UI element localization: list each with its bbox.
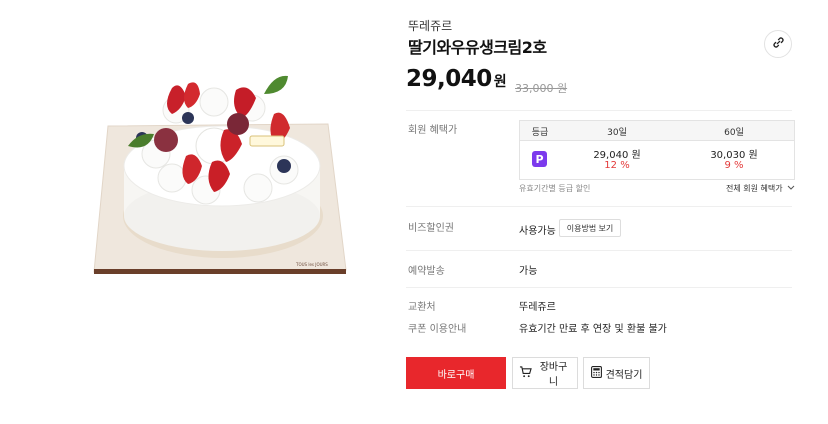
price-60day: 30,030 원	[710, 150, 758, 161]
discount-30day: 12 %	[604, 160, 630, 171]
grade-p-badge: P	[532, 151, 547, 167]
grade-discount-note: 유효기간별 등급 할인	[519, 184, 591, 193]
brand-name: 뚜레쥬르	[408, 19, 453, 33]
table-row: P 29,040 원 12 % 30,030 원 9 %	[520, 141, 794, 179]
header-60day: 60일	[724, 128, 744, 138]
cake-board-text: TOUS les JOURS	[295, 262, 328, 267]
header-grade: 등급	[531, 128, 549, 138]
quote-label: 견적담기	[605, 369, 643, 381]
divider	[406, 110, 792, 111]
exchange-value: 뚜레쥬르	[519, 302, 556, 313]
divider	[406, 287, 792, 288]
cart-button[interactable]: 장바구니	[512, 357, 578, 389]
original-price: 33,000 원	[515, 82, 568, 95]
member-benefit-table: 등급 30일 60일 P 29,040 원 12 % 30,030 원 9 %	[519, 120, 795, 180]
table-header: 등급 30일 60일	[520, 121, 794, 141]
biz-discount-value: 사용가능	[519, 226, 556, 237]
coupon-guide-value: 유효기간 만료 후 연장 및 환불 불가	[519, 324, 667, 335]
product-image: TOUS les JOURS	[88, 66, 353, 281]
exchange-label: 교환처	[408, 302, 436, 313]
buy-now-button[interactable]: 바로구매	[406, 357, 506, 389]
sale-price: 29,040 원	[406, 66, 507, 92]
header-30day: 30일	[607, 128, 627, 138]
divider	[406, 206, 792, 207]
calculator-icon	[590, 365, 602, 381]
reservation-value: 가능	[519, 266, 538, 277]
divider	[406, 250, 792, 251]
cart-icon	[519, 365, 532, 381]
product-title: 딸기와우유생크림2호	[408, 38, 547, 57]
price-unit: 원	[493, 74, 507, 90]
quote-button[interactable]: 견적담기	[583, 357, 650, 389]
all-benefits-label: 전체 회원 혜택가	[726, 184, 783, 193]
all-benefits-toggle[interactable]: 전체 회원 혜택가	[726, 183, 795, 194]
cart-label: 장바구니	[539, 362, 568, 388]
biz-discount-label: 비즈할인권	[408, 223, 454, 234]
discount-60day: 9 %	[724, 160, 744, 171]
share-link-button[interactable]	[764, 30, 792, 58]
member-benefit-label: 회원 혜택가	[408, 125, 458, 136]
coupon-guide-label: 쿠폰 이용안내	[408, 324, 467, 335]
usage-guide-button[interactable]: 이용방법 보기	[559, 219, 621, 237]
reservation-label: 예약발송	[408, 266, 445, 277]
chevron-down-icon	[787, 184, 795, 193]
sale-price-value: 29,040	[406, 66, 492, 92]
price-30day: 29,040 원	[593, 150, 641, 161]
link-icon	[772, 36, 785, 52]
